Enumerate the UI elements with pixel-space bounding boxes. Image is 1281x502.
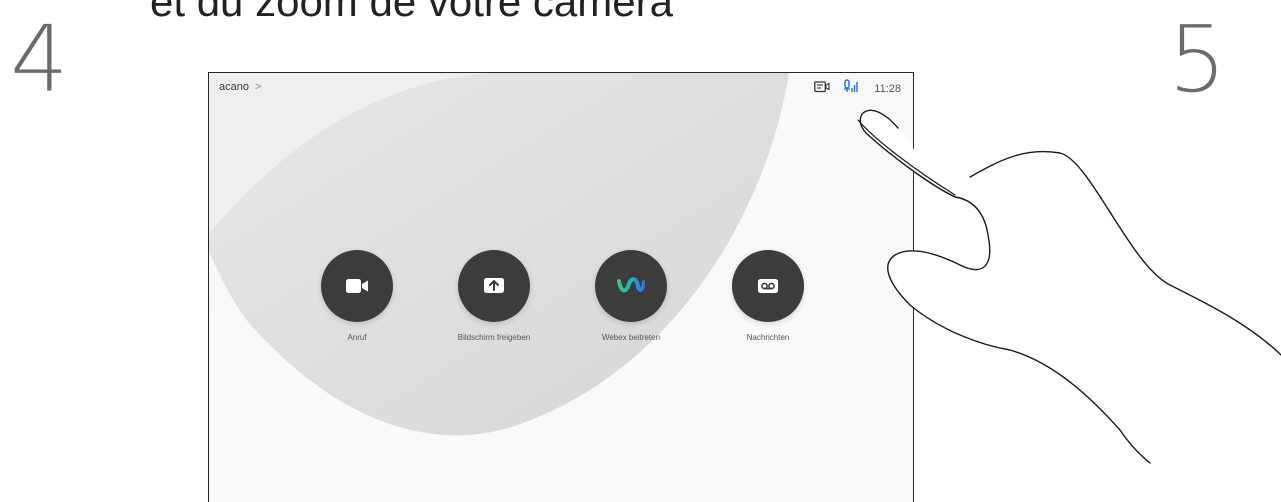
brand-name: acano xyxy=(219,81,249,93)
touch-panel-screen: acano > 11:28 Anruf Bildschirm freigeben… xyxy=(208,72,914,502)
messages-button[interactable] xyxy=(732,250,804,322)
chevron-right-icon: > xyxy=(254,81,262,93)
call-action[interactable]: Anruf xyxy=(287,250,427,342)
status-bar: acano > 11:28 xyxy=(209,73,913,103)
webex-action[interactable]: Webex beitreten xyxy=(561,250,701,342)
share-screen-action[interactable]: Bildschirm freigeben xyxy=(424,250,564,342)
page-heading: et du zoom de votre caméra xyxy=(150,0,673,25)
webex-label: Webex beitreten xyxy=(601,333,661,342)
step-number-left: 4 xyxy=(10,6,69,113)
share-screen-label: Bildschirm freigeben xyxy=(457,333,531,342)
pointing-hand-illustration xyxy=(857,109,1281,464)
webex-button[interactable] xyxy=(595,250,667,322)
webex-icon xyxy=(617,277,645,293)
video-camera-icon xyxy=(346,279,368,293)
voicemail-icon xyxy=(758,279,778,293)
messages-label: Nachrichten xyxy=(746,333,790,342)
share-screen-button[interactable] xyxy=(458,250,530,322)
brand[interactable]: acano > xyxy=(219,81,261,93)
share-screen-icon xyxy=(484,278,504,293)
messages-action[interactable]: Nachrichten xyxy=(698,250,838,342)
call-label: Anruf xyxy=(347,333,367,342)
camera-control-icon[interactable] xyxy=(814,80,830,98)
call-button[interactable] xyxy=(321,250,393,322)
